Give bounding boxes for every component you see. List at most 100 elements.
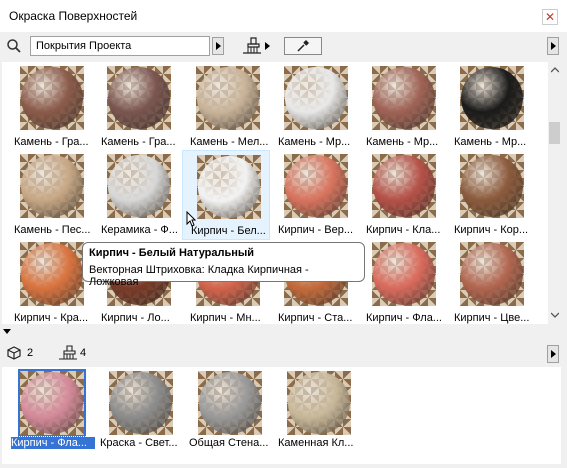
close-button[interactable]: ✕: [542, 9, 558, 25]
chevron-right-icon: [550, 42, 556, 50]
eyedropper-button[interactable]: [284, 37, 322, 55]
material-swatch: [197, 155, 261, 219]
tooltip-title: Кирпич - Белый Натуральный: [89, 247, 255, 259]
scrollbar-thumb[interactable]: [549, 122, 560, 144]
chevron-right-icon: [550, 350, 556, 358]
material-tile[interactable]: Камень - Мр...: [358, 62, 446, 152]
tooltip-subtitle: Векторная Штриховка: Кладка Кирпичная - …: [89, 264, 309, 288]
material-sphere: [108, 67, 170, 129]
material-label: Кирпич - Кра...: [14, 312, 89, 324]
material-sphere: [461, 243, 523, 305]
vertical-scrollbar[interactable]: [548, 62, 561, 324]
material-swatch: [18, 369, 86, 437]
material-label: Камень - Гра...: [14, 136, 89, 148]
close-icon: ✕: [544, 10, 556, 24]
material-tile[interactable]: Камень - Мр...: [446, 62, 534, 152]
project-material-tile[interactable]: Кирпич - Фла...: [6, 367, 96, 462]
project-material-tile[interactable]: Общая Стена...: [184, 367, 274, 462]
material-sphere: [461, 155, 523, 217]
material-label: Кирпич - Бел...: [191, 225, 266, 237]
material-label: Кирпич - Цве...: [454, 312, 530, 324]
material-swatch: [107, 66, 171, 130]
search-input[interactable]: Покрытия Проекта: [30, 36, 210, 56]
toolbar: Покрытия Проекта: [0, 32, 567, 62]
material-tile[interactable]: Камень - Гра...: [93, 62, 181, 152]
material-sphere: [373, 155, 435, 217]
collapse-icon[interactable]: [3, 329, 11, 334]
material-sphere: [373, 67, 435, 129]
chevron-right-icon: [215, 42, 221, 50]
material-sphere: [288, 372, 350, 434]
material-label: Краска - Свет...: [100, 437, 178, 449]
scroll-up-icon[interactable]: [551, 67, 559, 73]
material-swatch: [460, 154, 524, 218]
material-tile[interactable]: Кирпич - Фла...: [358, 238, 446, 324]
material-sphere: [197, 67, 259, 129]
material-label: Кирпич - Фла...: [366, 312, 442, 324]
material-sphere: [461, 67, 523, 129]
material-label: Каменная Кл...: [278, 437, 354, 449]
material-sphere: [21, 372, 83, 434]
material-sphere: [110, 372, 172, 434]
material-tile[interactable]: Камень - Пес...: [6, 150, 94, 240]
material-sphere: [373, 243, 435, 305]
material-sphere: [21, 67, 83, 129]
paint-brush-button[interactable]: [242, 36, 272, 56]
material-label: Кирпич - Мн...: [190, 312, 261, 324]
material-sphere: [21, 243, 83, 305]
material-label: Кирпич - Вер...: [278, 224, 354, 236]
cube-icon: [7, 346, 21, 360]
scroll-down-icon[interactable]: [551, 312, 559, 318]
material-swatch: [372, 242, 436, 306]
material-sphere: [21, 155, 83, 217]
material-tile[interactable]: Керамика - Ф...: [93, 150, 181, 240]
materials-count-value: 2: [27, 347, 34, 359]
material-swatch: [20, 242, 84, 306]
window-title: Окраска Поверхностей: [9, 9, 138, 23]
material-sphere: [198, 156, 260, 218]
project-materials-bar: 2 4: [0, 340, 567, 366]
material-tile[interactable]: Камень - Мел...: [182, 62, 270, 152]
panel-splitter[interactable]: [0, 326, 567, 338]
material-tile[interactable]: Камень - Гра...: [6, 62, 94, 152]
material-swatch: [20, 66, 84, 130]
material-tile[interactable]: Кирпич - Кла...: [358, 150, 446, 240]
project-materials-panel: Кирпич - Фла... Краска - Свет... Общая Сте…: [2, 367, 561, 464]
search-dropdown-button[interactable]: [212, 37, 224, 55]
material-sphere: [108, 155, 170, 217]
material-swatch: [460, 66, 524, 130]
material-tooltip: Кирпич - Белый Натуральный Векторная Штр…: [82, 242, 365, 288]
material-tile[interactable]: Кирпич - Цве...: [446, 238, 534, 324]
material-tile[interactable]: Кирпич - Вер...: [270, 150, 358, 240]
material-label: Камень - Мел...: [190, 136, 269, 148]
material-label: Камень - Мр...: [366, 136, 439, 148]
material-swatch: [196, 66, 260, 130]
material-label: Камень - Гра...: [101, 136, 176, 148]
material-swatch: [284, 154, 348, 218]
project-material-tile[interactable]: Каменная Кл...: [273, 367, 363, 462]
material-swatch: [198, 371, 262, 435]
material-swatch: [20, 154, 84, 218]
materials-count: 2: [7, 346, 33, 360]
material-label: Керамика - Ф...: [101, 224, 178, 236]
panel-menu-button[interactable]: [547, 37, 559, 55]
project-material-tile[interactable]: Краска - Свет...: [95, 367, 185, 462]
brush-count-value: 4: [80, 347, 87, 359]
chevron-right-icon: [265, 42, 270, 50]
material-swatch: [107, 154, 171, 218]
material-tile[interactable]: Камень - Мр...: [270, 62, 358, 152]
project-panel-menu-button[interactable]: [547, 345, 559, 363]
paint-brush-icon: [59, 345, 77, 360]
mouse-cursor-icon: [186, 211, 196, 227]
material-tile[interactable]: Кирпич - Кра...: [6, 238, 94, 324]
title-bar: Окраска Поверхностей ✕: [0, 0, 567, 32]
search-icon[interactable]: [7, 39, 21, 53]
material-swatch: [284, 66, 348, 130]
material-label: Кирпич - Ста...: [278, 312, 353, 324]
brush-count: 4: [58, 345, 86, 361]
material-label: Камень - Мр...: [454, 136, 527, 148]
material-label: Кирпич - Кла...: [366, 224, 441, 236]
material-sphere: [285, 155, 347, 217]
material-tile[interactable]: Кирпич - Кор...: [446, 150, 534, 240]
material-swatch: [460, 242, 524, 306]
